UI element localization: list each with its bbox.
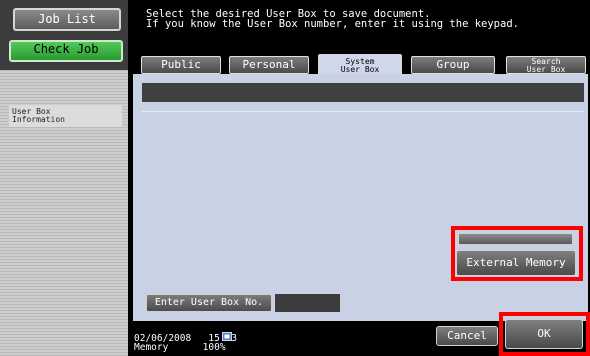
tab-search-user-box[interactable]: Search User Box bbox=[506, 56, 586, 74]
memory-value: 100% bbox=[202, 342, 226, 353]
memory-status-icon bbox=[222, 332, 232, 341]
info-label-line2: Information bbox=[12, 115, 65, 124]
panel-screen: Job List Check Job User Box Information … bbox=[0, 0, 590, 356]
instruction-header: Select the desired User Box to save docu… bbox=[128, 0, 590, 52]
highlight-ok bbox=[499, 312, 590, 356]
list-header-strip bbox=[142, 83, 584, 102]
tab-system-user-box[interactable]: System User Box bbox=[318, 54, 402, 76]
tab-search-line2: User Box bbox=[526, 65, 566, 74]
cancel-button[interactable]: Cancel bbox=[436, 326, 498, 346]
user-box-information-item[interactable]: User Box Information bbox=[9, 105, 122, 127]
tab-personal[interactable]: Personal bbox=[229, 56, 309, 74]
tab-system-line2: User Box bbox=[340, 65, 380, 74]
instruction-line2: If you know the User Box number, enter i… bbox=[146, 18, 519, 30]
tab-public[interactable]: Public bbox=[141, 56, 221, 74]
memory-line: Memory 100% bbox=[134, 342, 237, 353]
check-job-button[interactable]: Check Job bbox=[9, 40, 123, 62]
memory-label: Memory bbox=[134, 342, 169, 353]
highlight-external-memory bbox=[451, 226, 583, 281]
tab-group[interactable]: Group bbox=[411, 56, 495, 74]
enter-user-box-no-button[interactable]: Enter User Box No. bbox=[146, 294, 272, 312]
user-box-number-field[interactable] bbox=[275, 294, 340, 312]
job-list-button[interactable]: Job List bbox=[13, 8, 121, 31]
list-divider bbox=[142, 111, 584, 112]
